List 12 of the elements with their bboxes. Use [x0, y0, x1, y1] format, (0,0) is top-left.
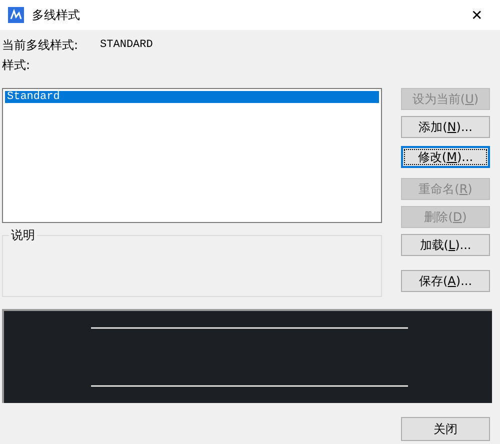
- window-title: 多线样式: [32, 6, 81, 24]
- dialog-button[interactable]: 修改(M)...: [401, 146, 490, 168]
- current-style-label: 当前多线样式:: [2, 36, 78, 54]
- close-dialog-button[interactable]: 关闭: [401, 417, 490, 441]
- styles-label: 样式:: [2, 57, 32, 74]
- current-style-value: STANDARD: [100, 39, 153, 51]
- dialog-button[interactable]: 加载(L)...: [401, 234, 490, 256]
- app-icon: [8, 7, 24, 23]
- style-list-item[interactable]: Standard: [5, 91, 379, 103]
- dialog-button[interactable]: 添加(N)...: [401, 116, 490, 138]
- description-legend: 说明: [9, 227, 37, 244]
- dialog-button[interactable]: 保存(A)...: [401, 270, 490, 292]
